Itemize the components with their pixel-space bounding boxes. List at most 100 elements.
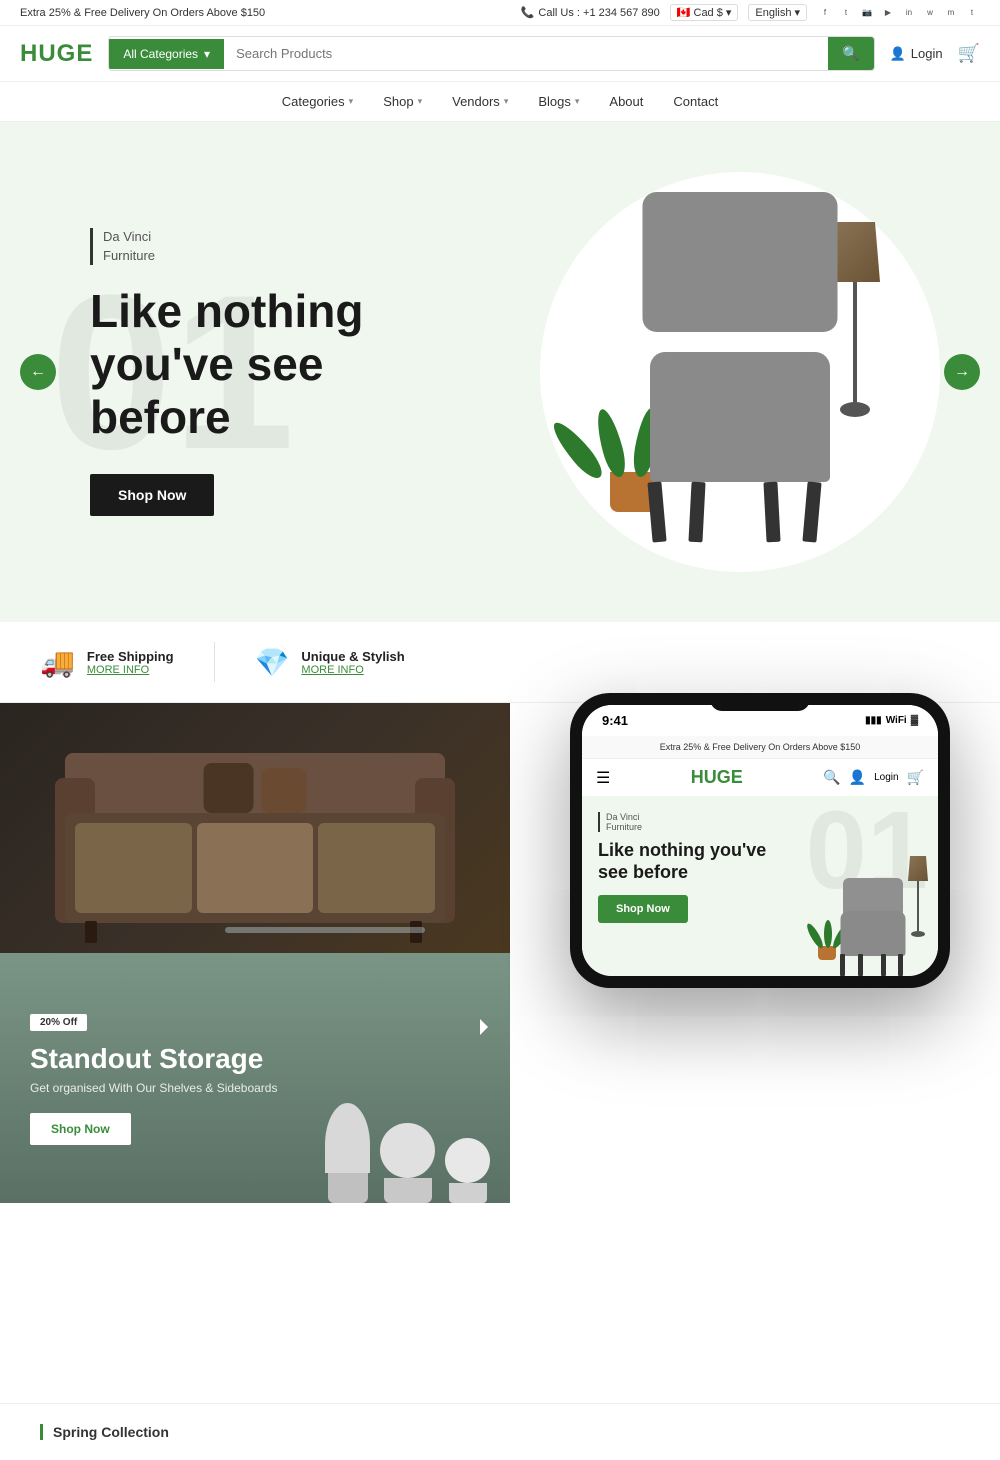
hero-prev-button[interactable]: ← <box>20 354 56 390</box>
sofa-leg-1 <box>85 921 97 943</box>
language-caret: ▾ <box>794 6 800 19</box>
storage-description: Get organised With Our Shelves & Sideboa… <box>30 1081 480 1095</box>
top-bar-right: 📞 Call Us : +1 234 567 890 🇨🇦 Cad $ ▾ En… <box>521 4 980 21</box>
login-button[interactable]: 👤 Login <box>890 46 943 62</box>
language-selector[interactable]: English ▾ <box>748 4 807 21</box>
language-label: English <box>755 7 791 19</box>
mini-leaf-2 <box>824 920 832 948</box>
sofa-pillows <box>204 763 307 813</box>
spring-collection-label: Spring Collection <box>40 1424 960 1440</box>
mini-lamp-shade <box>908 856 928 881</box>
feature-divider <box>214 642 215 682</box>
plant-tall-pot <box>328 1173 368 1203</box>
phone-mockup: 9:41 ▮▮▮ WiFi ▓ Extra 25% & Free Deliver… <box>570 693 950 988</box>
nav-item-blogs[interactable]: Blogs ▾ <box>538 82 579 121</box>
nav-item-vendors[interactable]: Vendors ▾ <box>452 82 508 121</box>
nav-contact-label: Contact <box>673 94 718 109</box>
chair-back <box>643 192 838 332</box>
search-input[interactable] <box>224 38 828 69</box>
storage-panel: 20% Off Standout Storage Get organised W… <box>0 953 510 1203</box>
hero-section: ← 01 Da VinciFurniture Like nothingyou'v… <box>0 122 1000 622</box>
linkedin-icon[interactable]: in <box>901 5 917 21</box>
phone-mockup-wrapper: 9:41 ▮▮▮ WiFi ▓ Extra 25% & Free Deliver… <box>520 693 1000 988</box>
chair-seat <box>650 352 830 482</box>
nav-vendors-label: Vendors <box>452 94 500 109</box>
nav-item-contact[interactable]: Contact <box>673 82 718 121</box>
phone-icon: 📞 <box>521 6 535 19</box>
plant-small <box>445 1138 490 1203</box>
mini-leaf-1 <box>805 922 826 950</box>
top-bar: Extra 25% & Free Delivery On Orders Abov… <box>0 0 1000 26</box>
hero-title: Like nothingyou've see before <box>90 285 450 444</box>
mini-lamp-pole <box>917 881 919 931</box>
hero-shop-button[interactable]: Shop Now <box>90 474 214 516</box>
mini-leg-4 <box>898 954 903 976</box>
lamp-shade <box>830 222 880 282</box>
phone-screen: 9:41 ▮▮▮ WiFi ▓ Extra 25% & Free Deliver… <box>582 705 938 976</box>
chair-leg-1 <box>647 482 666 543</box>
plant-small-pot <box>449 1183 487 1203</box>
lamp-pole <box>853 282 857 402</box>
sofa-body <box>65 813 445 923</box>
storage-title: Standout Storage <box>30 1043 480 1075</box>
header-actions: 👤 Login 🛒 <box>890 43 980 64</box>
nav-about-label: About <box>609 94 643 109</box>
header: HUGE All Categories ▾ 🔍 👤 Login 🛒 <box>0 26 1000 82</box>
sofa-cushion-1 <box>75 823 192 913</box>
battery-icon: ▓ <box>911 715 918 726</box>
sofa-illustration <box>0 703 510 953</box>
phone-user-icon[interactable]: 👤 <box>849 769 866 786</box>
phone-shop-button[interactable]: Shop Now <box>598 895 688 923</box>
nav-categories-label: Categories <box>282 94 345 109</box>
mini-chair-body <box>841 911 906 956</box>
feature-shipping-text: Free Shipping MORE INFO <box>87 649 174 676</box>
phone-menu-icon[interactable]: ☰ <box>596 768 610 788</box>
chair-leg-3 <box>763 482 780 543</box>
facebook-icon[interactable]: f <box>817 5 833 21</box>
phone-hero: 01 Da VinciFurniture Like nothing you've… <box>582 796 938 976</box>
storage-shop-button[interactable]: Shop Now <box>30 1113 131 1145</box>
feature-shipping-title: Free Shipping <box>87 649 174 664</box>
telegram-icon[interactable]: t <box>964 5 980 21</box>
phone-cart-icon[interactable]: 🛒 <box>907 769 924 786</box>
hero-brand-name: Da VinciFurniture <box>103 228 450 264</box>
messenger-icon[interactable]: m <box>943 5 959 21</box>
chair-leg-4 <box>802 482 821 543</box>
hero-image-area <box>480 122 1000 622</box>
promo-text: Extra 25% & Free Delivery On Orders Abov… <box>20 7 265 19</box>
mini-chair <box>818 856 928 976</box>
search-button[interactable]: 🔍 <box>828 37 873 70</box>
search-category-dropdown[interactable]: All Categories ▾ <box>109 39 224 69</box>
categories-caret-icon: ▾ <box>349 96 354 107</box>
discount-badge: 20% Off <box>30 1014 87 1031</box>
social-icons: f t 📷 ▶ in w m t <box>817 5 980 21</box>
phone-search-icon[interactable]: 🔍 <box>823 769 840 786</box>
twitter-icon[interactable]: t <box>838 5 854 21</box>
mini-leg-1 <box>840 954 845 976</box>
hero-next-button[interactable]: → <box>944 354 980 390</box>
hero-chair-illustration <box>580 202 900 542</box>
whatsapp-icon[interactable]: w <box>922 5 938 21</box>
cart-icon[interactable]: 🛒 <box>958 43 980 64</box>
site-logo[interactable]: HUGE <box>20 40 93 68</box>
instagram-icon[interactable]: 📷 <box>859 5 875 21</box>
login-label: Login <box>911 46 943 61</box>
youtube-icon[interactable]: ▶ <box>880 5 896 21</box>
feature-free-shipping: 🚚 Free Shipping MORE INFO <box>40 646 174 679</box>
plant-medium-pot <box>384 1178 432 1203</box>
feature-stylish-link[interactable]: MORE INFO <box>301 664 404 676</box>
currency-selector[interactable]: 🇨🇦 Cad $ ▾ <box>670 4 739 21</box>
phone-chair-image <box>818 856 928 976</box>
nav-item-about[interactable]: About <box>609 82 643 121</box>
wifi-icon: WiFi <box>886 715 907 726</box>
table-glass <box>225 927 425 933</box>
feature-shipping-link[interactable]: MORE INFO <box>87 664 174 676</box>
hero-content: Da VinciFurniture Like nothingyou've see… <box>0 228 450 515</box>
feature-unique-stylish: 💎 Unique & Stylish MORE INFO <box>255 646 405 679</box>
sofa-cushion-2 <box>197 823 314 913</box>
stylish-icon: 💎 <box>255 646 290 679</box>
shipping-icon: 🚚 <box>40 646 75 679</box>
phone-logo: HUGE <box>691 767 743 788</box>
nav-item-categories[interactable]: Categories ▾ <box>282 82 353 121</box>
nav-item-shop[interactable]: Shop ▾ <box>383 82 422 121</box>
